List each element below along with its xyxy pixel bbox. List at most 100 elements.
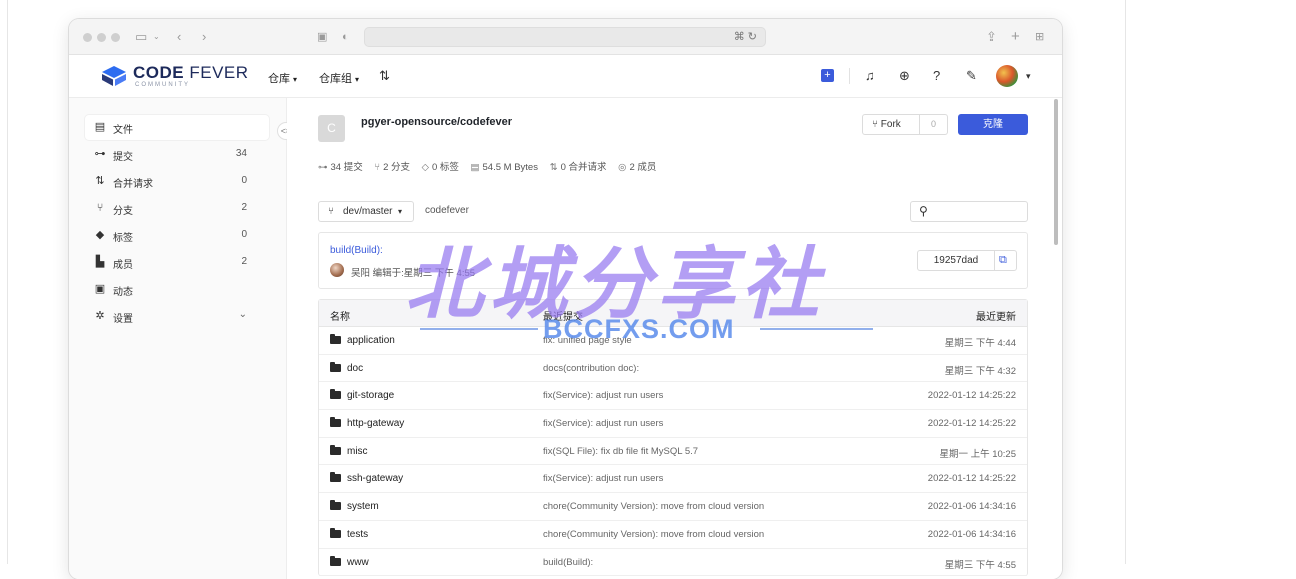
file-commit-message[interactable]: fix(Service): adjust run users xyxy=(543,390,663,401)
table-row[interactable]: http-gateway fix(Service): adjust run us… xyxy=(319,410,1027,438)
browser-toolbar: ▭ ⌄ ‹ › ▣ ◐ ⌘ ↻ ⇪ + ⊞ xyxy=(69,19,1062,55)
sidebar-toggle-icon[interactable]: ▭ xyxy=(135,28,147,46)
file-updated-date: 2022-01-06 14:34:16 xyxy=(927,528,1016,540)
file-commit-message[interactable]: fix: unified page style xyxy=(543,335,632,346)
bell-icon[interactable]: ♫ xyxy=(865,67,875,85)
sidebar-item-branches[interactable]: ⑂ 分支 2 xyxy=(85,196,269,221)
merge-request-icon[interactable]: ⇅ xyxy=(379,67,390,85)
codefever-logo-icon[interactable] xyxy=(102,66,126,86)
file-commit-message[interactable]: fix(Service): adjust run users xyxy=(543,473,663,484)
file-name[interactable]: system xyxy=(347,501,379,512)
sidebar-item-count: 0 xyxy=(241,175,247,186)
stat-members[interactable]: ◎ 2 成员 xyxy=(618,162,656,173)
folder-icon xyxy=(330,361,341,372)
browser-window: ▭ ⌄ ‹ › ▣ ◐ ⌘ ↻ ⇪ + ⊞ CODE FEVER COMMUNI… xyxy=(69,19,1062,579)
file-table: 名称 最近提交 最近更新 application fix: unified pa… xyxy=(318,299,1028,577)
address-bar[interactable]: ⌘ ↻ xyxy=(364,27,766,47)
add-button[interactable]: + xyxy=(821,69,834,82)
new-tab-icon[interactable]: + xyxy=(1011,28,1020,46)
reload-icon[interactable]: ↻ xyxy=(748,31,757,43)
table-row[interactable]: www build(Build): 星期三 下午 4:55 xyxy=(319,549,1027,577)
stat-commits[interactable]: ⊶ 34 提交 xyxy=(318,162,363,173)
commit-hash-box: 19257dad ⧉ xyxy=(917,250,1017,271)
file-updated-date: 星期三 下午 4:32 xyxy=(944,365,1016,377)
table-row[interactable]: system chore(Community Version): move fr… xyxy=(319,493,1027,521)
table-row[interactable]: git-storage fix(Service): adjust run use… xyxy=(319,382,1027,411)
file-commit-message[interactable]: fix(SQL File): fix db file fit MySQL 5.7 xyxy=(543,446,698,457)
file-name[interactable]: application xyxy=(347,335,395,346)
minimize-window-button[interactable] xyxy=(97,33,106,42)
settings-icon: ✲ xyxy=(95,310,105,322)
copy-icon[interactable]: ⧉ xyxy=(999,254,1007,267)
file-name[interactable]: doc xyxy=(347,363,363,374)
repo-title: pgyer-opensource/codefever xyxy=(361,116,512,128)
file-search-input[interactable]: ⚲ xyxy=(910,201,1028,222)
wrench-icon[interactable]: ✎ xyxy=(966,67,977,85)
globe-icon[interactable]: ⊕ xyxy=(899,67,910,85)
file-commit-message[interactable]: chore(Community Version): move from clou… xyxy=(543,529,764,540)
stat-merge-requests[interactable]: ⇅ 0 合并请求 xyxy=(550,162,607,173)
sidebar-item-tags[interactable]: ◆ 标签 0 xyxy=(85,223,269,248)
file-commit-message[interactable]: docs(contribution doc): xyxy=(543,363,639,374)
file-name[interactable]: git-storage xyxy=(347,390,394,401)
branch-selector[interactable]: ⑂ dev/master ▾ xyxy=(318,201,414,222)
shield-icon[interactable]: ◐ xyxy=(342,28,349,46)
stat-tags[interactable]: ◇ 0 标签 xyxy=(422,162,459,173)
logo-text[interactable]: CODE FEVER xyxy=(133,63,249,83)
stat-size: ▤ 54.5 M Bytes xyxy=(471,162,538,173)
file-commit-message[interactable]: chore(Community Version): move from clou… xyxy=(543,501,764,512)
chevron-down-icon: ⌄ xyxy=(238,309,247,320)
sidebar-item-settings[interactable]: ✲ 设置 ⌄ xyxy=(85,304,269,329)
sidebar-item-label: 合并请求 xyxy=(113,179,153,190)
share-icon[interactable]: ⇪ xyxy=(986,28,997,46)
sidebar-item-count: 2 xyxy=(241,202,247,213)
back-icon[interactable]: ‹ xyxy=(177,28,181,46)
file-name[interactable]: www xyxy=(347,557,369,568)
nav-repositories[interactable]: 仓库 ▾ xyxy=(268,70,297,86)
sidebar-item-commits[interactable]: ⊶ 提交 34 xyxy=(85,142,269,167)
file-name[interactable]: ssh-gateway xyxy=(347,473,403,484)
folder-icon xyxy=(330,334,341,344)
forward-icon[interactable]: › xyxy=(202,28,206,46)
zoom-window-button[interactable] xyxy=(111,33,120,42)
commit-hash[interactable]: 19257dad xyxy=(918,255,994,266)
table-row[interactable]: tests chore(Community Version): move fro… xyxy=(319,521,1027,549)
branch-icon: ⑂ xyxy=(96,202,104,214)
file-updated-date: 2022-01-12 14:25:22 xyxy=(927,390,1016,402)
user-avatar[interactable] xyxy=(996,65,1018,87)
translate-icon[interactable]: ⌘ xyxy=(734,31,745,43)
chevron-down-icon[interactable]: ⌄ xyxy=(153,28,160,46)
file-commit-message[interactable]: build(Build): xyxy=(543,557,593,568)
file-commit-message[interactable]: fix(Service): adjust run users xyxy=(543,418,663,429)
stat-branches[interactable]: ⑂ 2 分支 xyxy=(374,162,410,173)
table-row[interactable]: ssh-gateway fix(Service): adjust run use… xyxy=(319,465,1027,494)
nav-repository-groups[interactable]: 仓库组 ▾ xyxy=(319,70,359,86)
sidebar-item-activity[interactable]: ▣ 动态 xyxy=(85,277,269,302)
file-name[interactable]: misc xyxy=(347,446,368,457)
tab-overview-icon[interactable]: ⊞ xyxy=(1035,28,1044,46)
sidebar-item-label: 设置 xyxy=(113,314,133,325)
table-row[interactable]: application fix: unified page style 星期三 … xyxy=(319,327,1027,355)
close-window-button[interactable] xyxy=(83,33,92,42)
file-name[interactable]: tests xyxy=(347,529,368,540)
fork-icon: ⑂ xyxy=(872,119,881,130)
last-commit-message[interactable]: build(Build): xyxy=(330,245,383,256)
clone-button[interactable]: 克隆 xyxy=(958,114,1028,135)
file-name[interactable]: http-gateway xyxy=(347,418,404,429)
sidebar-item-merge-requests[interactable]: ⇅ 合并请求 0 xyxy=(85,169,269,194)
table-row[interactable]: misc fix(SQL File): fix db file fit MySQ… xyxy=(319,438,1027,466)
chevron-down-icon[interactable]: ▾ xyxy=(1026,67,1031,85)
fork-button[interactable]: ⑂ Fork 0 xyxy=(862,114,948,135)
sidebar: ▤ 文件 ⊶ 提交 34 ⇅ 合并请求 0 ⑂ 分支 2 ◆ 标签 0 ▙ 成员… xyxy=(69,98,287,579)
sidebar-item-files[interactable]: ▤ 文件 xyxy=(85,115,269,140)
notion-icon[interactable]: ▣ xyxy=(317,28,327,46)
breadcrumb[interactable]: codefever xyxy=(425,205,469,216)
help-icon[interactable]: ? xyxy=(933,67,940,85)
header-divider xyxy=(849,68,850,84)
stat-commits-text: 34 提交 xyxy=(330,162,363,173)
table-row[interactable]: doc docs(contribution doc): 星期三 下午 4:32 xyxy=(319,355,1027,383)
sidebar-item-members[interactable]: ▙ 成员 2 xyxy=(85,250,269,275)
scrollbar[interactable] xyxy=(1054,99,1058,245)
column-header-updated: 最近更新 xyxy=(976,312,1016,323)
branch-icon: ⑂ xyxy=(328,206,334,217)
